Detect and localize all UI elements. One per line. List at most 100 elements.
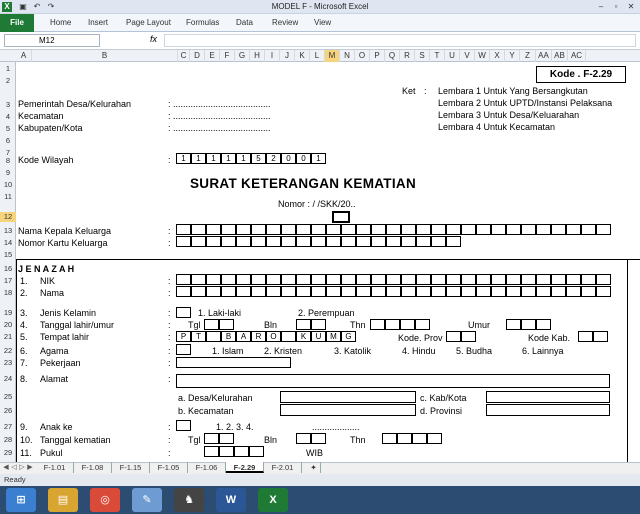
thnk-box-1[interactable] xyxy=(382,433,397,444)
nik-box[interactable] xyxy=(476,274,491,285)
kabupaten-dots[interactable]: : ......................................… xyxy=(168,123,271,133)
nama-box[interactable] xyxy=(356,286,371,297)
provinsi-input[interactable] xyxy=(486,404,610,416)
kartu-keluarga-box[interactable] xyxy=(281,236,296,247)
nama-box[interactable] xyxy=(191,286,206,297)
pukul-box-2[interactable] xyxy=(219,446,234,457)
row-header-12[interactable]: 12 xyxy=(0,212,16,222)
tglk-box-1[interactable] xyxy=(204,433,219,444)
kartu-keluarga-box[interactable] xyxy=(221,236,236,247)
nama-box[interactable] xyxy=(341,286,356,297)
thnk-box-3[interactable] xyxy=(412,433,427,444)
nama-box[interactable] xyxy=(521,286,536,297)
thn-box-1[interactable] xyxy=(370,319,385,330)
kartu-keluarga-box[interactable] xyxy=(371,236,386,247)
tempat-lahir-letter-box[interactable]: K xyxy=(296,331,311,342)
column-header-r[interactable]: R xyxy=(400,50,415,62)
row-header-27[interactable]: 27 xyxy=(0,422,16,432)
row-header-11[interactable]: 11 xyxy=(0,192,16,202)
nama-box[interactable] xyxy=(281,286,296,297)
thnk-box-2[interactable] xyxy=(397,433,412,444)
nama-box[interactable] xyxy=(176,286,191,297)
kepala-keluarga-box[interactable] xyxy=(596,224,611,235)
tempat-lahir-letter-box[interactable]: O xyxy=(266,331,281,342)
windows-start-icon[interactable]: ⊞ xyxy=(6,488,36,512)
kepala-keluarga-box[interactable] xyxy=(566,224,581,235)
row-header-9[interactable]: 9 xyxy=(0,168,16,178)
next-sheet-icon[interactable]: ▷ xyxy=(18,463,26,473)
tempat-lahir-letter-box[interactable]: T xyxy=(191,331,206,342)
jk-box[interactable] xyxy=(176,307,191,318)
active-cell-m12[interactable] xyxy=(332,211,350,223)
kepala-keluarga-box[interactable] xyxy=(371,224,386,235)
kepala-keluarga-box[interactable] xyxy=(251,224,266,235)
nik-box[interactable] xyxy=(536,274,551,285)
tempat-lahir-letter-box[interactable]: R xyxy=(251,331,266,342)
sheet-tab-f-2.01[interactable]: F-2.01 xyxy=(264,462,302,473)
excel-app-icon[interactable]: X xyxy=(2,2,12,12)
kode-wilayah-digit[interactable]: 0 xyxy=(281,153,296,164)
column-header-aa[interactable]: AA xyxy=(536,50,552,62)
kepala-keluarga-box[interactable] xyxy=(431,224,446,235)
row-header-26[interactable]: 26 xyxy=(0,406,16,416)
column-header-v[interactable]: V xyxy=(460,50,475,62)
column-header-m[interactable]: M xyxy=(325,50,340,62)
column-header-j[interactable]: J xyxy=(280,50,295,62)
tglk-box-2[interactable] xyxy=(219,433,234,444)
kartu-keluarga-box[interactable] xyxy=(206,236,221,247)
nik-box[interactable] xyxy=(251,274,266,285)
row-header-24[interactable]: 24 xyxy=(0,374,16,384)
nik-box[interactable] xyxy=(446,274,461,285)
worksheet-grid[interactable]: Kode . F-2.29 Ket : Lembara 1 Untuk Yang… xyxy=(16,62,640,462)
kartu-keluarga-box[interactable] xyxy=(326,236,341,247)
column-header-h[interactable]: H xyxy=(250,50,265,62)
kode-wilayah-digit[interactable]: 1 xyxy=(191,153,206,164)
nik-box[interactable] xyxy=(521,274,536,285)
kepala-keluarga-box[interactable] xyxy=(236,224,251,235)
row-header-3[interactable]: 3 xyxy=(0,100,16,110)
row-header-16[interactable]: 16 xyxy=(0,264,16,274)
chrome-icon[interactable]: ◎ xyxy=(90,488,120,512)
kartu-keluarga-box[interactable] xyxy=(176,236,191,247)
tab-data[interactable]: Data xyxy=(236,14,253,32)
kepala-keluarga-box[interactable] xyxy=(281,224,296,235)
last-sheet-icon[interactable]: ▶ xyxy=(26,463,34,473)
nama-box[interactable] xyxy=(461,286,476,297)
kepala-keluarga-box[interactable] xyxy=(341,224,356,235)
kepala-keluarga-box[interactable] xyxy=(401,224,416,235)
kartu-keluarga-box[interactable] xyxy=(431,236,446,247)
column-header-ab[interactable]: AB xyxy=(552,50,568,62)
kabkota-input[interactable] xyxy=(486,391,610,403)
kode-wilayah-digit[interactable]: 5 xyxy=(251,153,266,164)
kode-wilayah-digit[interactable]: 1 xyxy=(236,153,251,164)
kartu-keluarga-box[interactable] xyxy=(311,236,326,247)
row-header-29[interactable]: 29 xyxy=(0,448,16,458)
tab-formulas[interactable]: Formulas xyxy=(186,14,219,32)
nik-box[interactable] xyxy=(221,274,236,285)
column-header-y[interactable]: Y xyxy=(505,50,520,62)
row-header-17[interactable]: 17 xyxy=(0,276,16,286)
column-header-n[interactable]: N xyxy=(340,50,355,62)
nik-box[interactable] xyxy=(401,274,416,285)
kepala-keluarga-box[interactable] xyxy=(416,224,431,235)
nik-box[interactable] xyxy=(596,274,611,285)
close-icon[interactable]: ✕ xyxy=(624,1,638,12)
row-header-25[interactable]: 25 xyxy=(0,392,16,402)
column-header-x[interactable]: X xyxy=(490,50,505,62)
column-header-z[interactable]: Z xyxy=(520,50,536,62)
nik-box[interactable] xyxy=(356,274,371,285)
nik-box[interactable] xyxy=(326,274,341,285)
tempat-lahir-letter-box[interactable]: M xyxy=(326,331,341,342)
tempat-lahir-letter-box[interactable] xyxy=(206,331,221,342)
column-header-c[interactable]: C xyxy=(178,50,190,62)
row-header-15[interactable]: 15 xyxy=(0,250,16,260)
tempat-lahir-letter-box[interactable]: U xyxy=(311,331,326,342)
nik-box[interactable] xyxy=(416,274,431,285)
blnk-box-1[interactable] xyxy=(296,433,311,444)
nama-box[interactable] xyxy=(536,286,551,297)
save-icon[interactable]: ▣ xyxy=(18,2,28,12)
tab-review[interactable]: Review xyxy=(272,14,298,32)
thn-box-2[interactable] xyxy=(385,319,400,330)
kepala-keluarga-box[interactable] xyxy=(491,224,506,235)
kode-wilayah-digit[interactable]: 1 xyxy=(221,153,236,164)
